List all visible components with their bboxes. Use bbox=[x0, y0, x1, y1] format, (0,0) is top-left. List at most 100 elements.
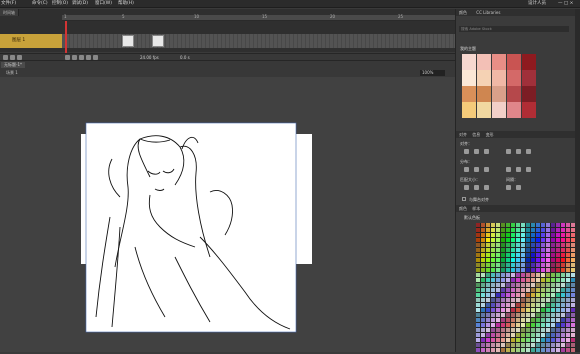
color-swatch[interactable] bbox=[566, 303, 570, 307]
color-swatch[interactable] bbox=[561, 253, 565, 257]
color-swatch[interactable] bbox=[536, 258, 540, 262]
color-swatch[interactable] bbox=[551, 248, 555, 252]
color-swatch[interactable] bbox=[491, 223, 495, 227]
color-swatch[interactable] bbox=[556, 228, 560, 232]
color-swatch[interactable] bbox=[521, 298, 525, 302]
color-swatch[interactable] bbox=[486, 333, 490, 337]
color-swatch[interactable] bbox=[476, 228, 480, 232]
color-swatch[interactable] bbox=[541, 338, 545, 342]
color-swatch[interactable] bbox=[541, 283, 545, 287]
color-swatch[interactable] bbox=[521, 323, 525, 327]
color-swatch[interactable] bbox=[556, 273, 560, 277]
color-swatch[interactable] bbox=[501, 348, 505, 352]
color-swatch[interactable] bbox=[566, 263, 570, 267]
menu-item-help[interactable]: 帮助(H) bbox=[118, 0, 134, 8]
color-swatch[interactable] bbox=[556, 283, 560, 287]
color-swatch[interactable] bbox=[541, 333, 545, 337]
color-swatch[interactable] bbox=[546, 268, 550, 272]
color-swatch[interactable] bbox=[556, 318, 560, 322]
palette-swatch[interactable] bbox=[477, 54, 491, 70]
color-swatch[interactable] bbox=[521, 288, 525, 292]
color-swatch[interactable] bbox=[506, 263, 510, 267]
color-swatch[interactable] bbox=[566, 328, 570, 332]
palette-swatch[interactable] bbox=[522, 102, 536, 118]
color-swatch[interactable] bbox=[551, 223, 555, 227]
color-swatch[interactable] bbox=[561, 283, 565, 287]
tab-align[interactable]: 对齐 bbox=[459, 132, 467, 137]
color-swatch[interactable] bbox=[496, 268, 500, 272]
color-swatch[interactable] bbox=[481, 298, 485, 302]
color-swatch[interactable] bbox=[566, 318, 570, 322]
color-swatch[interactable] bbox=[486, 238, 490, 242]
color-swatch[interactable] bbox=[566, 248, 570, 252]
color-swatch[interactable] bbox=[551, 283, 555, 287]
color-swatch[interactable] bbox=[481, 223, 485, 227]
color-swatch[interactable] bbox=[496, 288, 500, 292]
color-swatch[interactable] bbox=[476, 253, 480, 257]
color-swatch[interactable] bbox=[486, 328, 490, 332]
color-swatch[interactable] bbox=[496, 228, 500, 232]
color-swatch[interactable] bbox=[556, 233, 560, 237]
color-swatch[interactable] bbox=[506, 233, 510, 237]
color-swatch[interactable] bbox=[486, 318, 490, 322]
swatch-grid[interactable] bbox=[476, 223, 576, 352]
color-swatch[interactable] bbox=[501, 308, 505, 312]
color-swatch[interactable] bbox=[526, 308, 530, 312]
color-swatch[interactable] bbox=[486, 278, 490, 282]
color-swatch[interactable] bbox=[526, 253, 530, 257]
color-swatch[interactable] bbox=[566, 338, 570, 342]
color-swatch[interactable] bbox=[536, 303, 540, 307]
color-swatch[interactable] bbox=[521, 263, 525, 267]
color-swatch[interactable] bbox=[531, 263, 535, 267]
color-swatch[interactable] bbox=[541, 258, 545, 262]
color-swatch[interactable] bbox=[501, 293, 505, 297]
color-swatch[interactable] bbox=[546, 263, 550, 267]
color-swatch[interactable] bbox=[481, 308, 485, 312]
color-swatch[interactable] bbox=[516, 343, 520, 347]
color-swatch[interactable] bbox=[566, 308, 570, 312]
color-swatch[interactable] bbox=[556, 343, 560, 347]
color-swatch[interactable] bbox=[531, 273, 535, 277]
color-swatch[interactable] bbox=[521, 238, 525, 242]
color-swatch[interactable] bbox=[476, 318, 480, 322]
color-swatch[interactable] bbox=[501, 238, 505, 242]
color-swatch[interactable] bbox=[556, 248, 560, 252]
color-swatch[interactable] bbox=[526, 328, 530, 332]
color-swatch[interactable] bbox=[531, 223, 535, 227]
color-swatch[interactable] bbox=[486, 258, 490, 262]
color-swatch[interactable] bbox=[526, 258, 530, 262]
color-swatch[interactable] bbox=[551, 303, 555, 307]
color-swatch[interactable] bbox=[491, 243, 495, 247]
color-swatch[interactable] bbox=[546, 293, 550, 297]
color-swatch[interactable] bbox=[491, 258, 495, 262]
color-swatch[interactable] bbox=[506, 308, 510, 312]
color-swatch[interactable] bbox=[561, 238, 565, 242]
align-button-icon[interactable] bbox=[474, 149, 479, 154]
color-swatch[interactable] bbox=[511, 333, 515, 337]
color-swatch[interactable] bbox=[496, 318, 500, 322]
color-swatch[interactable] bbox=[536, 318, 540, 322]
color-swatch[interactable] bbox=[481, 228, 485, 232]
color-swatch[interactable] bbox=[516, 333, 520, 337]
color-swatch[interactable] bbox=[491, 303, 495, 307]
color-swatch[interactable] bbox=[476, 263, 480, 267]
color-swatch[interactable] bbox=[536, 223, 540, 227]
color-swatch[interactable] bbox=[541, 263, 545, 267]
color-swatch[interactable] bbox=[491, 328, 495, 332]
layer-name[interactable]: 图层 1 bbox=[0, 34, 62, 48]
color-swatch[interactable] bbox=[511, 303, 515, 307]
color-swatch[interactable] bbox=[556, 268, 560, 272]
color-swatch[interactable] bbox=[486, 303, 490, 307]
color-swatch[interactable] bbox=[516, 228, 520, 232]
align-button-icon[interactable] bbox=[506, 149, 511, 154]
stage-area[interactable] bbox=[0, 77, 455, 352]
color-swatch[interactable] bbox=[486, 288, 490, 292]
color-swatch[interactable] bbox=[566, 323, 570, 327]
color-swatch[interactable] bbox=[506, 338, 510, 342]
color-swatch[interactable] bbox=[561, 248, 565, 252]
palette-swatch[interactable] bbox=[507, 86, 521, 102]
stage-canvas[interactable] bbox=[0, 77, 455, 352]
color-swatch[interactable] bbox=[486, 343, 490, 347]
color-swatch[interactable] bbox=[501, 313, 505, 317]
menu-item-window[interactable]: 窗口(W) bbox=[95, 0, 112, 8]
